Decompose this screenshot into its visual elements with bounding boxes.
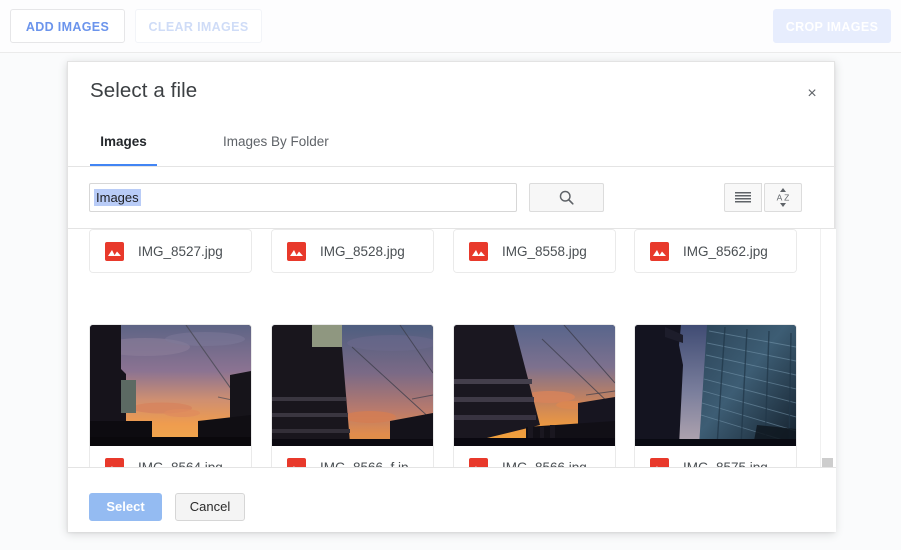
list-view-button[interactable] [724,183,762,212]
file-name: IMG_8566.jpg [502,459,587,468]
application-root: ADD IMAGES CLEAR IMAGES CROP IMAGES Sele… [0,0,901,550]
file-list-scroll-area[interactable]: IMG_8527.jpg IMG_8528.jpg IMG_8558.jpg I… [68,229,836,467]
file-grid: IMG_8527.jpg IMG_8528.jpg IMG_8558.jpg I… [68,229,836,467]
file-label-row: IMG_8564.jpg [90,446,251,467]
list-view-icon [735,191,751,202]
crop-images-button[interactable]: CROP IMAGES [773,9,891,43]
tab-images-by-folder[interactable]: Images By Folder [223,124,383,166]
file-thumbnail [635,325,796,446]
image-file-icon [469,457,488,467]
file-item-6[interactable]: IMG_8566.jpg [453,324,616,467]
file-row: IMG_8527.jpg IMG_8528.jpg IMG_8558.jpg I… [68,229,836,291]
app-toolbar: ADD IMAGES CLEAR IMAGES CROP IMAGES [0,0,901,52]
file-item-4[interactable]: IMG_8564.jpg [89,324,252,467]
file-label-row: IMG_8527.jpg [90,230,251,272]
file-item-1[interactable]: IMG_8528.jpg [271,229,434,273]
tab-images-by-folder-label: Images By Folder [223,134,329,149]
file-name: IMG_8558.jpg [502,243,587,259]
search-button[interactable] [529,183,604,212]
file-thumbnail [454,325,615,446]
tab-images-label: Images [100,134,147,149]
file-item-2[interactable]: IMG_8558.jpg [453,229,616,273]
file-thumbnail [90,325,251,446]
image-file-icon [105,241,124,261]
file-name: IMG_8575.jpg [683,459,768,468]
image-file-icon [105,457,124,467]
add-images-button[interactable]: ADD IMAGES [10,9,125,43]
dialog-footer: Select Cancel [68,468,836,532]
file-item-3[interactable]: IMG_8562.jpg [634,229,797,273]
select-a-file-dialog: Select a file × Images Images By Folder … [67,61,836,532]
file-label-row: IMG_8566_f.jp… [272,446,433,467]
clear-images-button[interactable]: CLEAR IMAGES [135,9,262,43]
image-file-icon [650,241,669,261]
file-thumbnail [272,325,433,446]
search-toolbar: Images Images A Z [68,167,836,228]
file-name: IMG_8562.jpg [683,243,768,259]
close-icon[interactable]: × [800,82,824,106]
file-label-row: IMG_8566.jpg [454,446,615,467]
search-input[interactable] [89,183,517,212]
image-file-icon [650,457,669,467]
dialog-tabs: Images Images By Folder [68,124,836,166]
image-file-icon [469,241,488,261]
image-file-icon [287,457,306,467]
tab-images[interactable]: Images [90,124,157,166]
file-item-5[interactable]: IMG_8566_f.jp… [271,324,434,467]
file-label-row: IMG_8558.jpg [454,230,615,272]
sort-alphabetical-icon: A Z [777,188,790,207]
file-name: IMG_8527.jpg [138,243,223,259]
file-name: IMG_8528.jpg [320,243,405,259]
file-name: IMG_8564.jpg [138,459,223,468]
select-button[interactable]: Select [89,493,162,521]
file-row: IMG_8564.jpg IMG_8566_f.jp… IMG_8566.jpg… [68,291,836,467]
dialog-title: Select a file [90,79,198,102]
sort-alphabetical-button[interactable]: A Z [764,183,802,212]
search-icon [559,190,574,205]
cancel-button[interactable]: Cancel [175,493,245,521]
image-file-icon [287,241,306,261]
file-list-scrollbar-track[interactable] [820,229,835,467]
file-item-7[interactable]: IMG_8575.jpg [634,324,797,467]
svg-text:A Z: A Z [777,193,790,203]
file-name: IMG_8566_f.jp… [320,459,423,468]
file-item-0[interactable]: IMG_8527.jpg [89,229,252,273]
file-label-row: IMG_8575.jpg [635,446,796,467]
file-label-row: IMG_8528.jpg [272,230,433,272]
file-label-row: IMG_8562.jpg [635,230,796,272]
